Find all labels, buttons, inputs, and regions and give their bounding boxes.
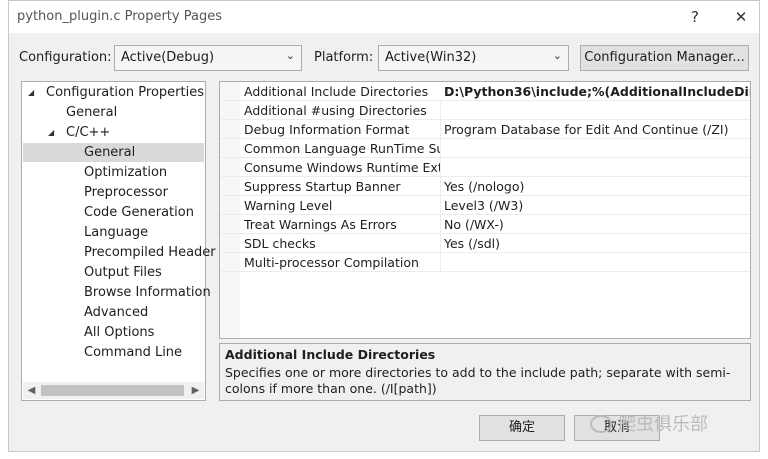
window-title: python_plugin.c Property Pages: [17, 9, 222, 24]
property-name: Consume Windows Runtime Exter: [244, 160, 440, 175]
tree-item-command-line[interactable]: Command Line: [84, 343, 182, 362]
property-row[interactable]: Warning Level Level3 (/W3): [220, 196, 750, 215]
grid-separator: [440, 215, 441, 233]
tree-item-code-generation[interactable]: Code Generation: [84, 203, 194, 222]
property-grid[interactable]: Additional Include Directories D:\Python…: [219, 81, 751, 339]
scrollbar-thumb[interactable]: [41, 385, 184, 396]
scroll-right-icon[interactable]: ▶: [187, 382, 204, 399]
platform-dropdown[interactable]: Active(Win32) ⌄: [378, 45, 569, 71]
tree-item-general-top[interactable]: General: [66, 103, 117, 122]
property-row[interactable]: Additional #using Directories: [220, 101, 750, 120]
tree-item-language[interactable]: Language: [84, 223, 148, 242]
tree-item-precompiled-header[interactable]: Precompiled Header: [84, 243, 216, 262]
property-row[interactable]: SDL checks Yes (/sdl): [220, 234, 750, 253]
grid-separator: [440, 101, 441, 119]
description-title: Additional Include Directories: [225, 347, 436, 362]
configuration-row: Configuration: Active(Debug) ⌄ Platform:…: [9, 45, 759, 71]
property-name: Common Language RunTime Sup: [244, 141, 440, 156]
grid-separator: [440, 177, 441, 195]
help-button[interactable]: ?: [681, 5, 709, 29]
property-row[interactable]: Treat Warnings As Errors No (/WX-): [220, 215, 750, 234]
close-button[interactable]: ✕: [727, 5, 755, 29]
tree-item-label: General: [84, 145, 136, 160]
property-tree[interactable]: ◢ Configuration Properties General ◢ C/C…: [21, 81, 216, 401]
property-value[interactable]: Level3 (/W3): [444, 198, 523, 213]
property-value[interactable]: Yes (/nologo): [444, 179, 524, 194]
watermark: 爬虫俱乐部: [590, 410, 708, 436]
tree-item-general-selected[interactable]: General: [23, 143, 204, 162]
property-pages-dialog: python_plugin.c Property Pages ? ✕ Confi…: [8, 0, 760, 452]
tree-item-output-files[interactable]: Output Files: [84, 263, 162, 282]
tree-item-browse-information[interactable]: Browse Information: [84, 283, 211, 302]
property-value[interactable]: D:\Python36\include;%(AdditionalIncludeD…: [444, 84, 750, 99]
platform-value: Active(Win32): [385, 50, 477, 65]
grid-separator: [440, 196, 441, 214]
property-name: Additional #using Directories: [244, 103, 427, 118]
grid-separator: [440, 253, 441, 271]
tree-item-advanced[interactable]: Advanced: [84, 303, 148, 322]
property-name: Multi-processor Compilation: [244, 255, 419, 270]
property-value[interactable]: Yes (/sdl): [444, 236, 500, 251]
property-name: Warning Level: [244, 198, 333, 213]
grid-separator: [440, 234, 441, 252]
property-row[interactable]: Additional Include Directories D:\Python…: [220, 82, 750, 101]
description-text: Specifies one or more directories to add…: [225, 365, 731, 396]
expanded-triangle-icon: ◢: [48, 128, 55, 137]
property-value[interactable]: Program Database for Edit And Continue (…: [444, 122, 728, 137]
ok-button[interactable]: 确定: [479, 415, 565, 441]
tree-item-all-options[interactable]: All Options: [84, 323, 154, 342]
property-name: Suppress Startup Banner: [244, 179, 401, 194]
configuration-dropdown[interactable]: Active(Debug) ⌄: [114, 45, 302, 71]
background-edge: [0, 0, 8, 459]
tree-item-label: Configuration Properties: [46, 85, 204, 100]
property-value[interactable]: No (/WX-): [444, 217, 504, 232]
tree-item-label: C/C++: [66, 125, 111, 140]
description-panel: Additional Include Directories Specifies…: [219, 343, 751, 401]
property-row[interactable]: Common Language RunTime Sup: [220, 139, 750, 158]
configuration-value: Active(Debug): [121, 50, 215, 65]
grid-separator: [440, 158, 441, 176]
configuration-label: Configuration:: [19, 50, 112, 65]
horizontal-scrollbar[interactable]: ◀ ▶: [23, 382, 204, 399]
grid-separator: [440, 120, 441, 138]
tree-item-preprocessor[interactable]: Preprocessor: [84, 183, 168, 202]
property-name: SDL checks: [244, 236, 316, 251]
property-row[interactable]: Multi-processor Compilation: [220, 253, 750, 272]
grid-separator: [440, 139, 441, 157]
chevron-down-icon: ⌄: [552, 49, 562, 62]
title-bar: python_plugin.c Property Pages ? ✕: [9, 1, 759, 33]
chevron-down-icon: ⌄: [285, 49, 295, 62]
property-name: Treat Warnings As Errors: [244, 217, 397, 232]
platform-label: Platform:: [314, 50, 374, 65]
property-row[interactable]: Consume Windows Runtime Exter: [220, 158, 750, 177]
tree-item-optimization[interactable]: Optimization: [84, 163, 167, 182]
configuration-manager-button[interactable]: Configuration Manager...: [580, 45, 749, 71]
scroll-left-icon[interactable]: ◀: [23, 382, 40, 399]
watermark-text: 爬虫俱乐部: [618, 414, 708, 435]
property-name: Additional Include Directories: [244, 84, 429, 99]
chat-bubble-icon: [590, 415, 612, 433]
property-name: Debug Information Format: [244, 122, 410, 137]
property-row[interactable]: Debug Information Format Program Databas…: [220, 120, 750, 139]
expanded-triangle-icon: ◢: [28, 88, 35, 97]
property-row[interactable]: Suppress Startup Banner Yes (/nologo): [220, 177, 750, 196]
